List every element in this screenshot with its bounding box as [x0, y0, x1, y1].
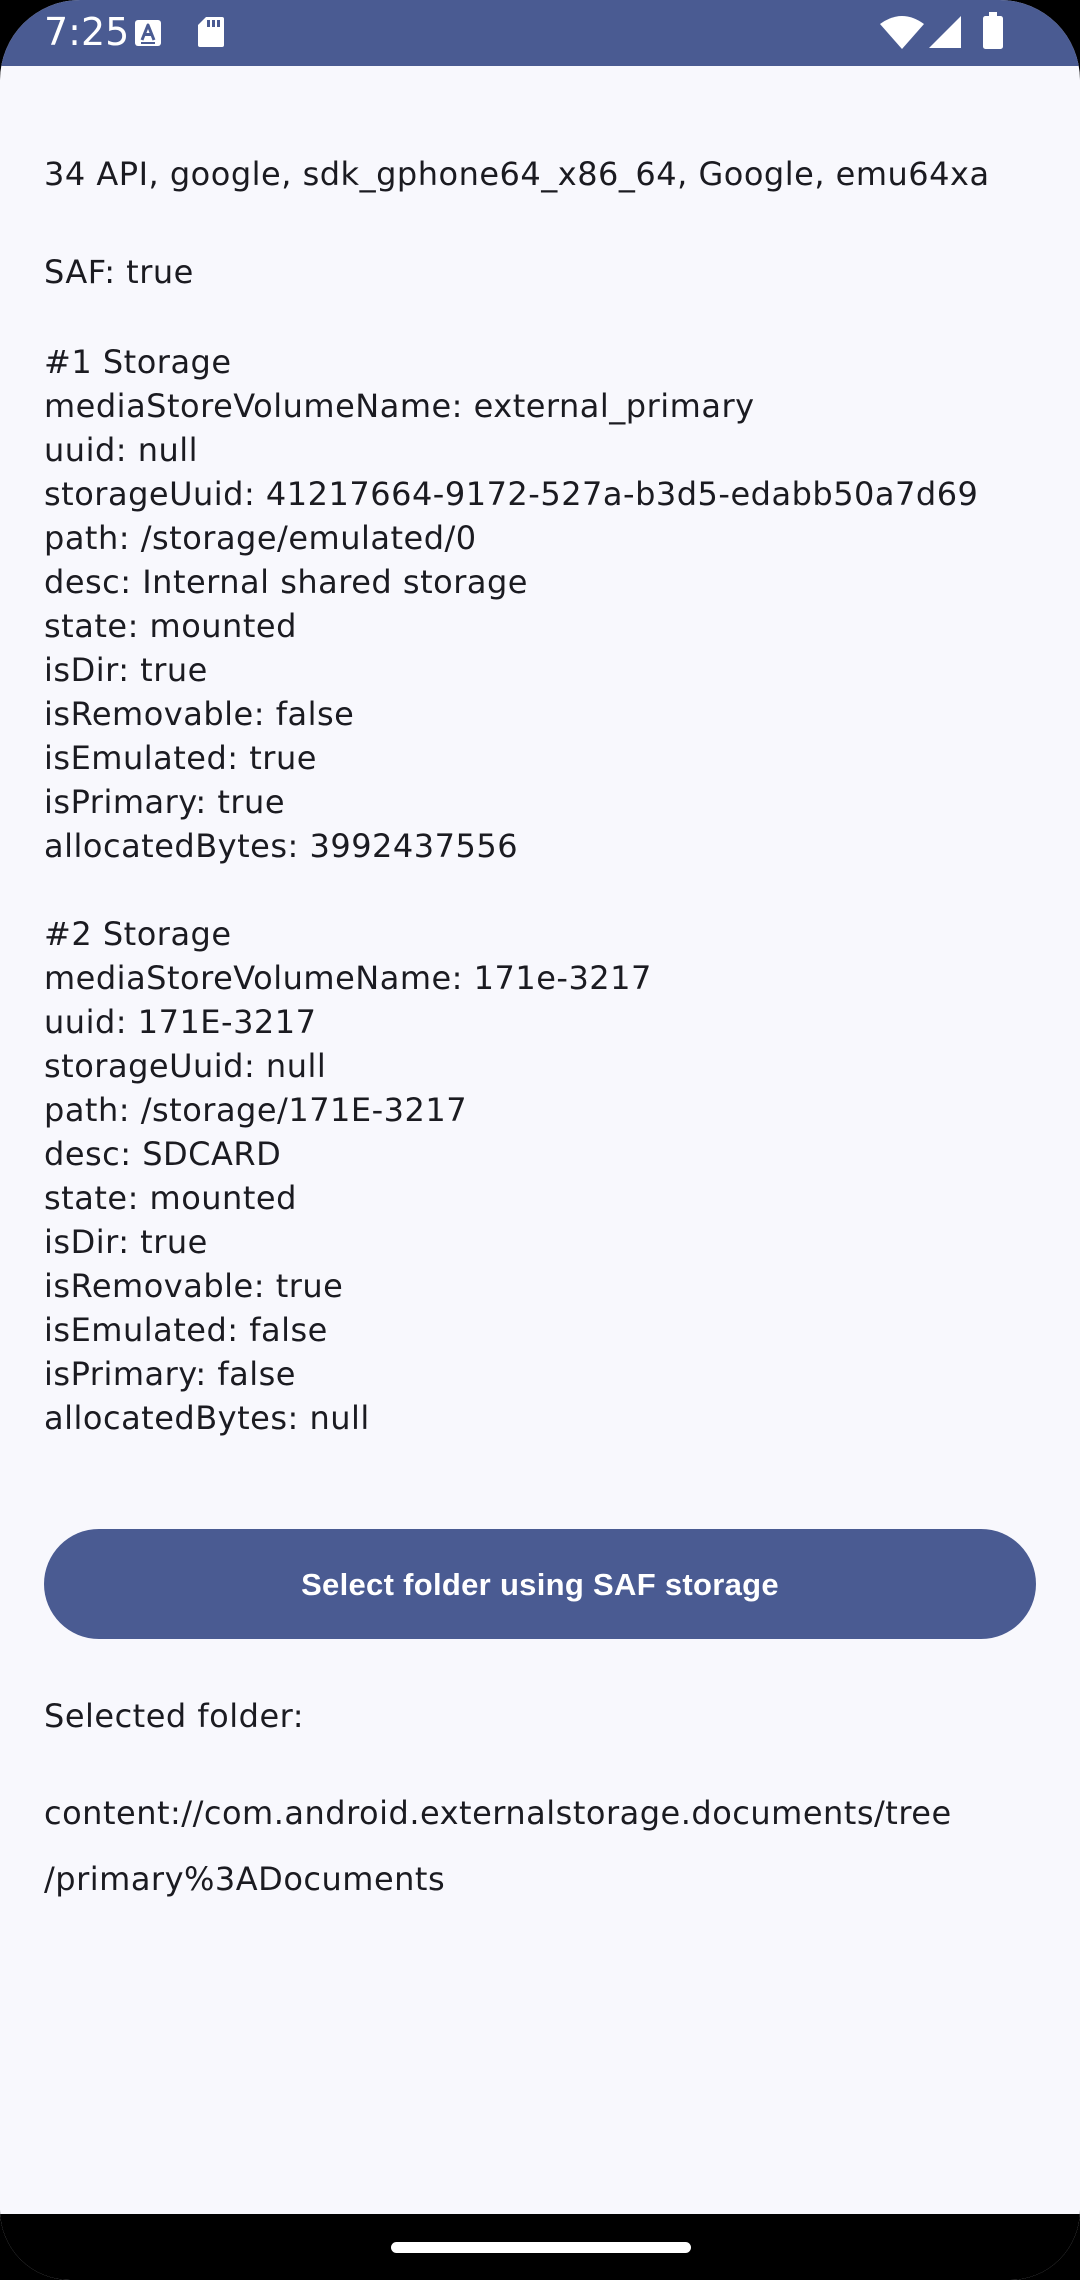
app-screen: 7:25 34 API, google, sdk_gphone64_x86_64… — [0, 0, 1080, 2280]
storage-1-uuid: uuid: null — [44, 431, 199, 469]
storage-1-is-removable: isRemovable: false — [44, 695, 355, 733]
storage-2-state: state: mounted — [44, 1179, 297, 1217]
saf-status-text: SAF: true — [44, 253, 194, 291]
selected-folder-label: Selected folder: — [44, 1697, 304, 1735]
storage-2-uuid: uuid: 171E-3217 — [44, 1003, 317, 1041]
selected-folder-path: content://com.android.externalstorage.do… — [44, 1794, 952, 1898]
storage-2-is-dir: isDir: true — [44, 1223, 208, 1261]
storage-2-desc: desc: SDCARD — [44, 1135, 282, 1173]
storage-2-allocated-bytes: allocatedBytes: null — [44, 1399, 370, 1437]
select-folder-button[interactable]: Select folder using SAF storage — [44, 1529, 1036, 1639]
storage-2-is-primary: isPrimary: false — [44, 1355, 296, 1393]
storage-1-path: path: /storage/emulated/0 — [44, 519, 477, 557]
text-format-icon — [135, 20, 161, 46]
storage-1-state: state: mounted — [44, 607, 297, 645]
storage-1-allocated-bytes: allocatedBytes: 3992437556 — [44, 827, 519, 865]
storage-1-is-emulated: isEmulated: true — [44, 739, 317, 777]
storage-1-desc: desc: Internal shared storage — [44, 563, 528, 601]
storage-2-media-store-volume: mediaStoreVolumeName: 171e-3217 — [44, 959, 652, 997]
sd-card-icon — [198, 17, 224, 47]
storage-2-details: #2 Storage mediaStoreVolumeName: 171e-32… — [44, 912, 652, 1440]
storage-2-storage-uuid: storageUuid: null — [44, 1047, 327, 1085]
storage-1-details: #1 Storage mediaStoreVolumeName: externa… — [44, 340, 978, 868]
storage-2-path: path: /storage/171E-3217 — [44, 1091, 468, 1129]
storage-1-title: #1 Storage — [44, 343, 232, 381]
home-gesture-handle[interactable] — [391, 2242, 691, 2253]
cellular-signal-icon — [929, 16, 961, 48]
storage-1-is-primary: isPrimary: true — [44, 783, 286, 821]
wifi-icon — [880, 16, 924, 49]
storage-2-is-emulated: isEmulated: false — [44, 1311, 328, 1349]
battery-icon — [983, 12, 1003, 49]
storage-2-is-removable: isRemovable: true — [44, 1267, 344, 1305]
device-info-text: 34 API, google, sdk_gphone64_x86_64, Goo… — [44, 155, 990, 193]
status-bar: 7:25 — [0, 0, 1080, 66]
storage-2-title: #2 Storage — [44, 915, 232, 953]
storage-1-media-store-volume: mediaStoreVolumeName: external_primary — [44, 387, 755, 425]
storage-1-is-dir: isDir: true — [44, 651, 208, 689]
status-time: 7:25 — [44, 10, 130, 54]
storage-1-storage-uuid: storageUuid: 41217664-9172-527a-b3d5-eda… — [44, 475, 979, 513]
